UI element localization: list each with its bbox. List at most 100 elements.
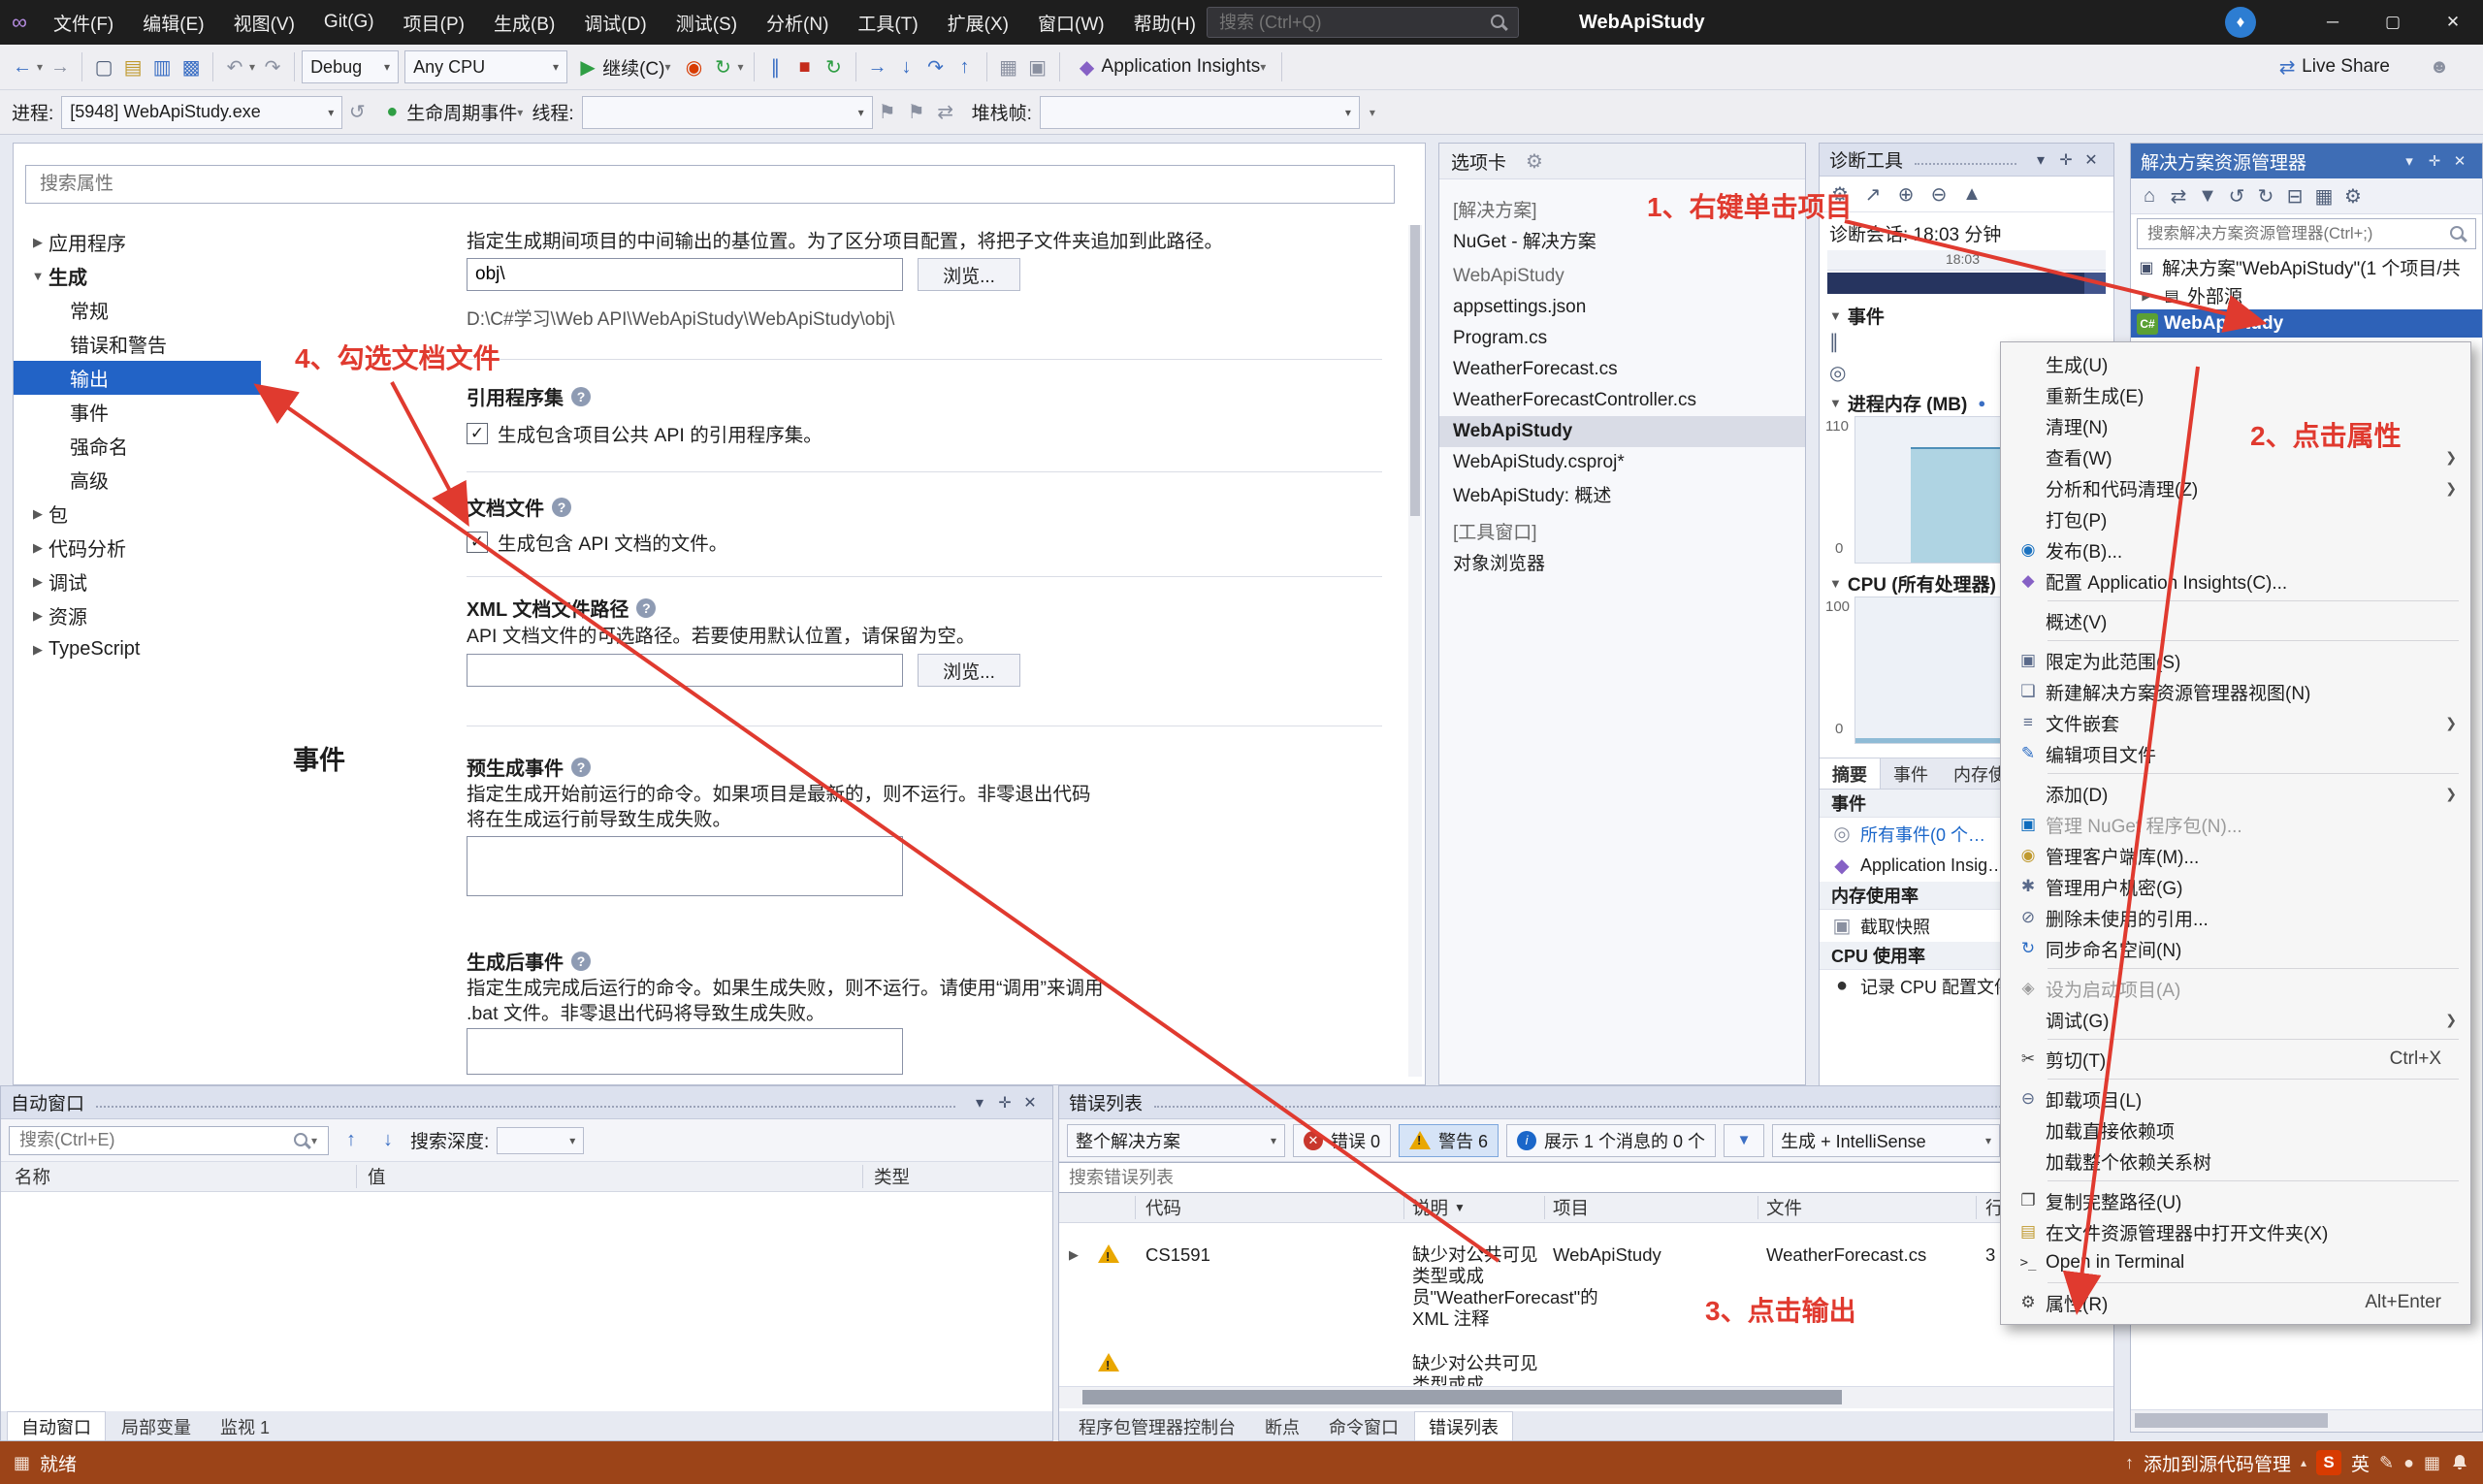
pin-icon[interactable]: ✛ — [2053, 150, 2079, 170]
quick-search-input[interactable] — [1217, 11, 1489, 34]
solution-root-node[interactable]: ▣ 解决方案"WebApiStudy"(1 个项目/共 — [2131, 253, 2482, 281]
ctx-debug[interactable]: 调试(G) ❯ — [2003, 1004, 2468, 1035]
timeline-session-bar[interactable] — [1827, 273, 2106, 294]
restart-application-icon[interactable]: ↻ — [708, 51, 737, 82]
show-all-files-icon[interactable]: ▦ — [2309, 180, 2338, 211]
timeline-ruler[interactable]: 18:03 — [1827, 250, 2106, 271]
nav-build-advanced[interactable]: 高级 — [14, 463, 261, 497]
tab-item-webapistudy-csproj[interactable]: WebApiStudy.csproj* — [1439, 447, 1805, 478]
quick-search-box[interactable] — [1207, 7, 1519, 38]
nav-build-errors-warnings[interactable]: 错误和警告 — [14, 327, 261, 361]
ctx-file-nesting[interactable]: ≡ 文件嵌套 ❯ — [2003, 707, 2468, 738]
expander-icon[interactable]: ▶ — [2137, 289, 2156, 303]
open-file-icon[interactable]: ▤ — [118, 51, 147, 82]
tab-events[interactable]: 事件 — [1881, 758, 1941, 789]
errors-filter-button[interactable]: ✕ 错误 0 — [1293, 1123, 1392, 1157]
export-icon[interactable]: ↗ — [1858, 178, 1887, 210]
tab-item-nuget-solution[interactable]: NuGet - 解决方案 — [1439, 224, 1805, 255]
tab-item-webapistudy-properties[interactable]: WebApiStudy — [1439, 416, 1805, 447]
menu-help[interactable]: 帮助(H) — [1119, 0, 1210, 45]
tab-error-list[interactable]: 错误列表 — [1414, 1411, 1513, 1440]
error-list-search-input[interactable] — [1067, 1166, 2086, 1189]
maximize-button[interactable]: ▢ — [2363, 0, 2423, 45]
column-file[interactable]: 文件 — [1766, 1193, 1802, 1222]
warnings-filter-button[interactable]: 警告 6 — [1399, 1123, 1499, 1157]
caret-up-icon[interactable]: ▴ — [2301, 1456, 2306, 1469]
error-scope-combobox[interactable]: 整个解决方案 ▾ — [1067, 1123, 1285, 1157]
undo-icon[interactable]: ↶ — [220, 51, 249, 82]
nav-build-general[interactable]: 常规 — [14, 293, 261, 327]
ctx-pack[interactable]: 打包(P) — [2003, 503, 2468, 534]
zoom-out-icon[interactable]: ⊖ — [1924, 178, 1953, 210]
live-share-button[interactable]: ⇄ Live Share — [2267, 50, 2396, 83]
close-button[interactable]: ✕ — [2423, 0, 2483, 45]
ctx-set-as-startup[interactable]: ◈ 设为启动项目(A) — [2003, 973, 2468, 1004]
menu-build[interactable]: 生成(B) — [479, 0, 569, 45]
application-insights-button[interactable]: ◆ Application Insights ▾ — [1067, 50, 1275, 83]
save-all-icon[interactable]: ▩ — [177, 51, 206, 82]
gear-icon[interactable]: ⚙ — [1520, 149, 1549, 173]
nav-typescript[interactable]: ▶ TypeScript — [14, 632, 261, 666]
add-to-source-control-button[interactable]: 添加到源代码管理 — [2144, 1450, 2291, 1476]
tab-autos[interactable]: 自动窗口 — [7, 1411, 106, 1440]
ctx-copy-full-path[interactable]: ❐ 复制完整路径(U) — [2003, 1185, 2468, 1216]
tab-item-weatherforecast-cs[interactable]: WeatherForecast.cs — [1439, 354, 1805, 385]
ctx-remove-unused-references[interactable]: ⊘ 删除未使用的引用... — [2003, 902, 2468, 933]
solution-explorer-horizontal-scrollbar[interactable] — [2131, 1409, 2482, 1432]
column-value[interactable]: 值 — [368, 1162, 386, 1191]
flag-threads-icon[interactable]: ⚑ — [873, 97, 902, 128]
menu-git[interactable]: Git(G) — [309, 0, 389, 45]
ctx-cut[interactable]: ✂ 剪切(T) Ctrl+X — [2003, 1044, 2468, 1075]
tab-summary[interactable]: 摘要 — [1820, 758, 1881, 789]
ctx-overview[interactable]: 概述(V) — [2003, 605, 2468, 636]
solution-platform-combobox[interactable]: Any CPU ▾ — [404, 50, 568, 83]
prebuild-event-input[interactable] — [467, 836, 903, 896]
switch-views-icon[interactable]: ⇄ — [2164, 180, 2193, 211]
pin-icon[interactable]: ✛ — [2422, 152, 2447, 170]
code-map-icon[interactable]: ▦ — [994, 51, 1023, 82]
menu-analyze[interactable]: 分析(N) — [752, 0, 843, 45]
menu-edit[interactable]: 编辑(E) — [128, 0, 218, 45]
toggle-suspended-icon[interactable]: ⇄ — [931, 97, 960, 128]
stack-frame-combobox[interactable]: ▾ — [1039, 95, 1360, 129]
xml-doc-browse-button[interactable]: 浏览... — [918, 654, 1020, 687]
stop-debugging-icon[interactable]: ■ — [790, 51, 820, 82]
solution-explorer-search-box[interactable] — [2137, 218, 2476, 249]
ctx-edit-project-file[interactable]: ✎ 编辑项目文件 — [2003, 738, 2468, 769]
menu-file[interactable]: 文件(F) — [39, 0, 128, 45]
help-icon[interactable]: ? — [571, 951, 591, 971]
process-combobox[interactable]: [5948] WebApiStudy.exe ▾ — [61, 95, 343, 129]
search-down-icon[interactable]: ↓ — [373, 1125, 403, 1156]
nav-build-strong-naming[interactable]: 强命名 — [14, 429, 261, 463]
ctx-manage-client-libraries[interactable]: ◉ 管理客户端库(M)... — [2003, 840, 2468, 871]
ctx-manage-user-secrets[interactable]: ✱ 管理用户机密(G) — [2003, 871, 2468, 902]
column-project[interactable]: 项目 — [1553, 1193, 1589, 1222]
nav-build[interactable]: ▼ 生成 — [14, 259, 261, 293]
hot-reload-caret-icon[interactable]: ▾ — [737, 60, 743, 74]
properties-icon[interactable]: ⚙ — [2338, 180, 2368, 211]
nav-code-analysis[interactable]: ▶ 代码分析 — [14, 531, 261, 565]
user-avatar[interactable]: ♦ — [2225, 7, 2256, 38]
messages-filter-button[interactable]: i 展示 1 个消息的 0 个 — [1506, 1123, 1717, 1157]
base-output-browse-button[interactable]: 浏览... — [918, 258, 1020, 291]
tab-locals[interactable]: 局部变量 — [108, 1412, 205, 1440]
search-depth-combobox[interactable]: ▾ — [497, 1126, 585, 1154]
thread-combobox[interactable]: ▾ — [581, 95, 873, 129]
ctx-publish[interactable]: ◉ 发布(B)... — [2003, 534, 2468, 565]
documentation-file-checkbox[interactable] — [467, 531, 488, 553]
step-over-icon[interactable]: ↷ — [921, 51, 951, 82]
external-sources-node[interactable]: ▶ ▤ 外部源 — [2131, 281, 2482, 309]
help-icon[interactable]: ? — [552, 497, 571, 517]
show-flagged-only-icon[interactable]: ⚑ — [902, 97, 931, 128]
minimize-button[interactable]: ─ — [2303, 0, 2363, 45]
chevron-down-icon[interactable]: ▾ — [2028, 150, 2053, 170]
refresh-icon[interactable]: ↻ — [2251, 180, 2280, 211]
pen-icon[interactable]: ✎ — [2379, 1453, 2394, 1473]
error-list-search-box[interactable] — [1059, 1162, 2113, 1193]
ctx-properties[interactable]: ⚙ 属性(R) Alt+Enter — [2003, 1287, 2468, 1318]
menu-window[interactable]: 窗口(W) — [1023, 0, 1119, 45]
reference-assembly-checkbox[interactable] — [467, 422, 488, 444]
properties-search-box[interactable] — [25, 165, 1395, 204]
error-list-horizontal-scrollbar[interactable] — [1059, 1386, 2113, 1408]
find-in-files-icon[interactable]: ▣ — [1023, 51, 1052, 82]
